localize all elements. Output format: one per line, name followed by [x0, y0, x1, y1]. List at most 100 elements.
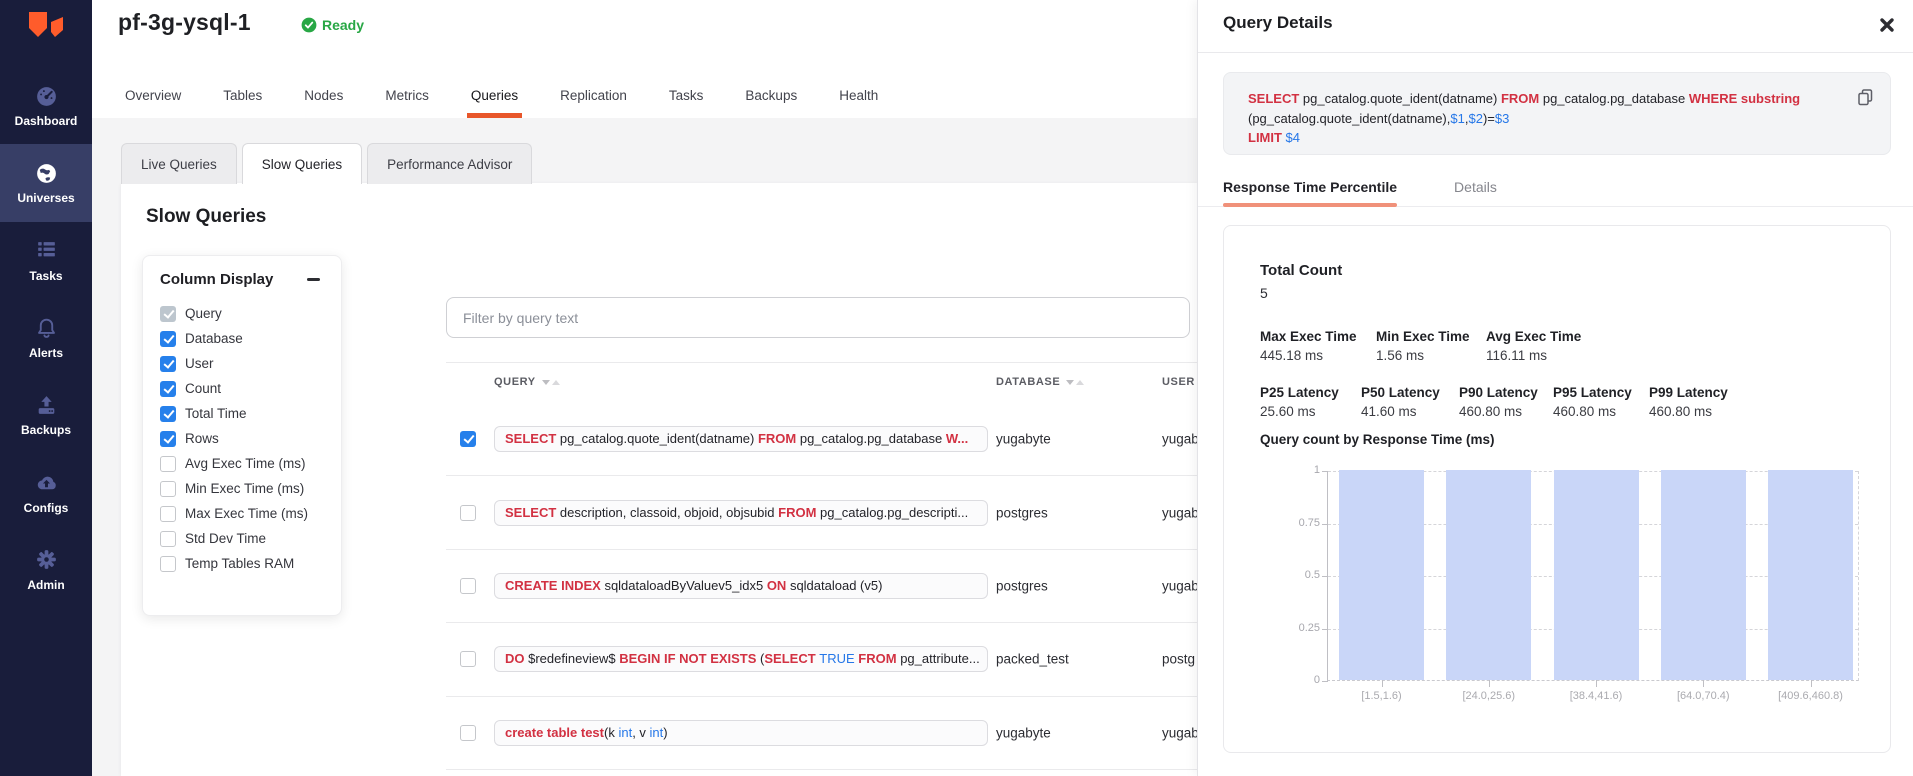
row-checkbox[interactable] [460, 578, 476, 594]
copy-icon[interactable] [1855, 87, 1875, 107]
column-option-label: Database [185, 331, 243, 346]
row-checkbox[interactable] [460, 431, 476, 447]
query-cell[interactable]: DO $redefineview$ BEGIN IF NOT EXISTS (S… [494, 646, 988, 672]
column-option-database[interactable]: Database [160, 326, 341, 351]
table-row[interactable]: SELECT description, classoid, objoid, ob… [446, 476, 1197, 549]
checkbox-unchecked-icon[interactable] [160, 456, 176, 472]
table-row[interactable]: DO $redefineview$ BEGIN IF NOT EXISTS (S… [446, 623, 1197, 696]
user-cell: yugab [1162, 725, 1199, 740]
query-cell[interactable]: SELECT pg_catalog.quote_ident(datname) F… [494, 426, 988, 452]
panel-tab-details[interactable]: Details [1454, 168, 1497, 206]
row-checkbox[interactable] [460, 725, 476, 741]
metric-p50-latency: P50 Latency41.60 ms [1361, 385, 1459, 419]
database-cell: postgres [996, 505, 1048, 520]
column-option-temp-tables-ram[interactable]: Temp Tables RAM [160, 551, 341, 576]
metric-label: P95 Latency [1553, 385, 1649, 400]
checkbox-checked-icon[interactable] [160, 306, 176, 322]
checkbox-checked-icon[interactable] [160, 381, 176, 397]
sql-text: sqldataloadByValuev5_idx5 [604, 578, 766, 593]
sort-icon[interactable] [542, 380, 560, 385]
metric-value: 445.18 ms [1260, 348, 1376, 363]
x-axis-label: [409.6,460.8) [1757, 690, 1864, 702]
table-row[interactable]: SELECT pg_catalog.quote_ident(datname) F… [446, 403, 1197, 476]
tab-metrics[interactable]: Metrics [385, 72, 429, 118]
histogram-bar[interactable] [1661, 470, 1746, 680]
subtab-performance-advisor[interactable]: Performance Advisor [367, 143, 532, 184]
tab-overview[interactable]: Overview [125, 72, 181, 118]
collapse-minus-icon[interactable] [307, 272, 323, 288]
tab-tasks[interactable]: Tasks [669, 72, 704, 118]
query-cell[interactable]: CREATE INDEX sqldataloadByValuev5_idx5 O… [494, 573, 988, 599]
column-option-rows[interactable]: Rows [160, 426, 341, 451]
metric-p25-latency: P25 Latency25.60 ms [1260, 385, 1361, 419]
checkbox-unchecked-icon[interactable] [160, 556, 176, 572]
checkbox-unchecked-icon[interactable] [160, 506, 176, 522]
tab-replication[interactable]: Replication [560, 72, 627, 118]
table-row[interactable]: CREATE INDEX sqldataloadByValuev5_idx5 O… [446, 550, 1197, 623]
query-cell[interactable]: SELECT description, classoid, objoid, ob… [494, 500, 988, 526]
x-tick [1703, 680, 1704, 687]
metric-label: P99 Latency [1649, 385, 1728, 400]
checkbox-checked-icon[interactable] [160, 406, 176, 422]
metric-avg-exec-time: Avg Exec Time116.11 ms [1486, 329, 1581, 363]
y-tick [1322, 524, 1328, 525]
tab-tables[interactable]: Tables [223, 72, 262, 118]
column-option-query[interactable]: Query [160, 301, 341, 326]
sql-keyword: WHERE substring [1689, 91, 1800, 106]
yugabyte-logo-icon[interactable] [25, 9, 67, 53]
subtab-live-queries[interactable]: Live Queries [121, 143, 237, 184]
histogram-bar[interactable] [1768, 470, 1853, 680]
sidebar-item-configs[interactable]: Configs [0, 453, 92, 530]
sort-icon[interactable] [1066, 380, 1084, 385]
column-option-avg-exec-time-ms[interactable]: Avg Exec Time (ms) [160, 451, 341, 476]
sidebar-item-admin[interactable]: Admin [0, 531, 92, 608]
subtab-slow-queries[interactable]: Slow Queries [242, 143, 362, 184]
sidebar-item-backups[interactable]: Backups [0, 376, 92, 453]
tab-backups[interactable]: Backups [745, 72, 797, 118]
column-option-std-dev-time[interactable]: Std Dev Time [160, 526, 341, 551]
close-icon[interactable] [1877, 15, 1897, 35]
query-cell[interactable]: create table test(k int, v int) [494, 720, 988, 746]
checkbox-unchecked-icon[interactable] [160, 531, 176, 547]
tab-queries[interactable]: Queries [471, 72, 518, 118]
column-header-query[interactable]: QUERY [494, 376, 560, 388]
y-axis-label: 0.5 [1282, 569, 1320, 581]
column-header-label: DATABASE [996, 376, 1060, 388]
column-option-user[interactable]: User [160, 351, 341, 376]
checkbox-checked-icon[interactable] [160, 331, 176, 347]
sql-text: $redefineview$ [528, 651, 619, 666]
sidebar-item-dashboard[interactable]: Dashboard [0, 67, 92, 144]
sidebar-item-alerts[interactable]: Alerts [0, 299, 92, 376]
sidebar-item-universes[interactable]: Universes [0, 144, 92, 221]
status-badge: Ready [301, 17, 364, 33]
checkbox-unchecked-icon[interactable] [160, 481, 176, 497]
column-header-database[interactable]: DATABASE [996, 376, 1084, 388]
histogram-bar[interactable] [1339, 470, 1424, 680]
row-checkbox[interactable] [460, 505, 476, 521]
latency-metrics-row: P25 Latency25.60 msP50 Latency41.60 msP9… [1260, 385, 1728, 419]
tab-nodes[interactable]: Nodes [304, 72, 343, 118]
row-checkbox[interactable] [460, 651, 476, 667]
metric-label: P50 Latency [1361, 385, 1459, 400]
chart-title: Query count by Response Time (ms) [1260, 432, 1495, 447]
histogram-bar[interactable] [1554, 470, 1639, 680]
slow-queries-table: QUERYDATABASEUSER SELECT pg_catalog.quot… [446, 362, 1197, 770]
user-cell: yugab [1162, 578, 1199, 593]
panel-tab-response-time-percentile[interactable]: Response Time Percentile [1223, 168, 1397, 206]
database-cell: yugabyte [996, 432, 1051, 447]
sidebar-item-tasks[interactable]: Tasks [0, 222, 92, 299]
checkbox-checked-icon[interactable] [160, 356, 176, 372]
column-option-max-exec-time-ms[interactable]: Max Exec Time (ms) [160, 501, 341, 526]
metric-p95-latency: P95 Latency460.80 ms [1553, 385, 1649, 419]
query-filter-input[interactable] [446, 297, 1190, 338]
table-row[interactable]: create table test(k int, v int)yugabytey… [446, 697, 1197, 770]
database-cell: packed_test [996, 652, 1069, 667]
histogram-bar[interactable] [1446, 470, 1531, 680]
panel-title: Query Details [1223, 13, 1333, 33]
column-option-min-exec-time-ms[interactable]: Min Exec Time (ms) [160, 476, 341, 501]
column-option-count[interactable]: Count [160, 376, 341, 401]
checkbox-checked-icon[interactable] [160, 431, 176, 447]
metric-p90-latency: P90 Latency460.80 ms [1459, 385, 1553, 419]
column-option-total-time[interactable]: Total Time [160, 401, 341, 426]
tab-health[interactable]: Health [839, 72, 878, 118]
